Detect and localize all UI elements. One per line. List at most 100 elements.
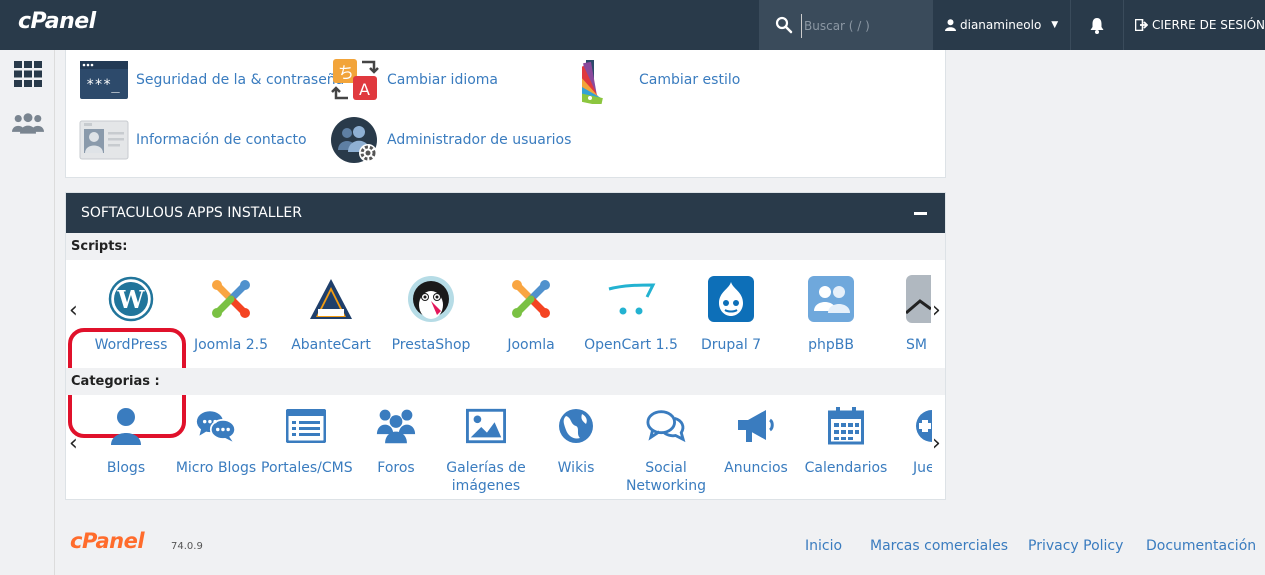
script-sm[interactable]: SM [881,274,931,353]
contact-card-icon [79,120,129,160]
grid-icon [14,61,42,87]
scripts-subheader: Scripts: [66,233,945,260]
joomla-icon [212,280,250,318]
user-menu[interactable]: dianamineolo ▼ [932,0,1069,50]
users-group-icon [12,113,44,134]
panel-title: SOFTACULOUS APPS INSTALLER [81,205,302,221]
category-label: Blogs [106,460,146,476]
pref-user-manager[interactable]: Administrador de usuarios [330,116,571,164]
category-juegos[interactable]: Jue [891,406,932,477]
category-label: Calendarios [804,460,888,476]
pref-label: Seguridad de la & contraseña [136,72,345,88]
search-box[interactable] [759,0,932,50]
opencart-icon [608,283,656,315]
preferences-panel: ***_ Seguridad de la & contraseña ち A Ca… [65,50,946,178]
script-abantecart[interactable]: AbanteCart [281,274,381,353]
categories-row: ‹ › Blogs Micro Blogs Portales/CMS Foros… [66,395,945,499]
script-phpbb[interactable]: phpBB [781,274,881,353]
blog-user-icon [111,408,141,445]
collapse-icon[interactable] [914,212,927,215]
svg-text:ち: ち [338,63,354,82]
top-bar: cPanel dianamineolo ▼ CIERRE DE SESIÓN [0,0,1265,50]
category-wikis[interactable]: Wikis [531,406,621,477]
script-label: phpBB [808,337,854,353]
script-label: OpenCart 1.5 [584,337,678,353]
pref-label: Información de contacto [136,132,307,148]
search-icon [775,16,793,34]
scripts-row: ‹ › W WordPress Joomla 2.5 AbanteCart Pr… [66,260,945,438]
script-prestashop[interactable]: PrestaShop [381,274,481,353]
scripts-label: Scripts: [71,239,128,254]
softaculous-panel: SOFTACULOUS APPS INSTALLER Scripts: ‹ › … [65,192,946,500]
pref-contact-info[interactable]: Información de contacto [79,116,307,164]
category-foros[interactable]: Foros [351,406,441,477]
category-social-networking[interactable]: Social Networking [621,406,711,495]
chevron-down-icon: ▼ [1051,20,1059,30]
category-portales-cms[interactable]: Portales/CMS [261,406,353,477]
pref-label: Administrador de usuarios [387,132,572,148]
bell-icon [1090,17,1104,34]
pref-password-security[interactable]: ***_ Seguridad de la & contraseña [79,56,344,104]
pref-change-style[interactable]: Cambiar estilo [582,56,740,104]
cpanel-logo[interactable]: cPanel [18,9,96,34]
password-icon: ***_ [80,61,128,99]
chevron-left-icon[interactable]: ‹ [69,298,78,323]
language-icon: ち A [331,59,379,100]
category-galerias[interactable]: Galerías de imágenes [441,406,531,495]
category-micro-blogs[interactable]: Micro Blogs [171,406,261,477]
footer-link-trademarks[interactable]: Marcas comerciales [870,538,1008,554]
chevron-right-icon[interactable]: › [932,431,941,456]
speech-bubbles-icon [646,410,686,443]
category-label: Portales/CMS [261,460,353,476]
chevron-right-icon[interactable]: › [932,298,941,323]
script-label: SM [906,337,927,353]
footer-link-documentation[interactable]: Documentación [1146,538,1256,554]
script-joomla[interactable]: Joomla [481,274,581,353]
category-label: Anuncios [724,460,788,476]
left-sidebar [0,50,55,575]
sidebar-item-users[interactable] [12,109,44,137]
version-label: 74.0.9 [171,541,203,552]
category-label: Jue [913,460,932,476]
style-icon [582,60,603,104]
notifications-button[interactable] [1070,0,1124,50]
pref-label: Cambiar idioma [387,72,499,88]
footer-link-privacy[interactable]: Privacy Policy [1028,538,1123,554]
pref-change-language[interactable]: ち A Cambiar idioma [330,56,498,104]
logout-button[interactable]: CIERRE DE SESIÓN [1123,0,1265,50]
script-label: Joomla 2.5 [193,337,269,353]
megaphone-icon [738,410,774,442]
joomla-icon [512,280,550,318]
chevron-left-icon[interactable]: ‹ [69,431,78,456]
script-label: Joomla [507,337,555,353]
user-manager-icon [331,117,377,163]
calendar-icon [828,407,864,445]
svg-text:***_: ***_ [86,77,120,93]
svg-text:A: A [359,80,370,99]
footer-cpanel-logo[interactable]: cPanel [70,529,145,553]
category-label: Galerías de imágenes [446,460,526,494]
logout-icon [1135,19,1148,31]
search-input[interactable] [801,14,930,38]
prestashop-icon [408,276,454,322]
category-calendarios[interactable]: Calendarios [801,406,891,477]
user-icon [945,19,956,31]
softaculous-header[interactable]: SOFTACULOUS APPS INSTALLER [66,193,945,233]
script-label: Drupal 7 [700,337,762,353]
category-blogs[interactable]: Blogs [81,406,171,477]
category-label: Foros [377,460,415,476]
sm-icon [906,275,931,323]
category-label: Social Networking [625,460,707,494]
category-anuncios[interactable]: Anuncios [711,406,801,477]
phpbb-icon [808,276,854,322]
forum-users-icon [376,409,416,444]
username-label: dianamineolo [960,18,1042,32]
script-drupal-7[interactable]: Drupal 7 [681,274,781,353]
cms-list-icon [286,409,326,443]
footer-link-inicio[interactable]: Inicio [805,538,842,554]
categories-label: Categorias : [71,374,160,389]
drupal-icon [708,276,754,322]
sidebar-item-home[interactable] [12,60,44,88]
script-opencart-1-5[interactable]: OpenCart 1.5 [581,274,681,353]
script-joomla-2-5[interactable]: Joomla 2.5 [181,274,281,353]
